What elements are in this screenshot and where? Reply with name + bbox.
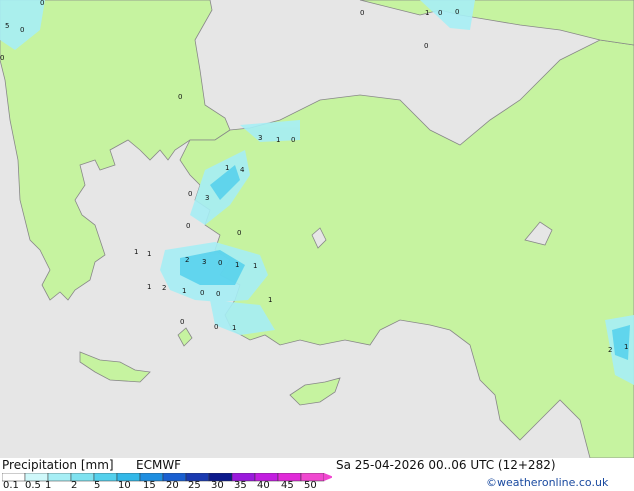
precip-label: 0 bbox=[455, 8, 459, 16]
precip-label: 1 bbox=[425, 9, 429, 17]
precip-label: 1 bbox=[268, 296, 272, 304]
color-scale-tick: 20 bbox=[166, 480, 179, 491]
precip-label: 0 bbox=[291, 136, 295, 144]
color-scale-tick: 30 bbox=[211, 480, 224, 491]
precip-label: 0 bbox=[218, 259, 222, 267]
valid-time: Sa 25-04-2026 00..06 UTC (12+282) bbox=[336, 458, 556, 472]
color-scale-tick: 1 bbox=[45, 480, 52, 491]
precip-label: 1 bbox=[225, 164, 229, 172]
precip-label: 1 bbox=[624, 343, 628, 351]
precip-label: 1 bbox=[134, 248, 138, 256]
precip-label: 0 bbox=[186, 222, 190, 230]
color-scale-tick: 5 bbox=[94, 480, 101, 491]
precip-label: 0 bbox=[424, 42, 428, 50]
precip-label: 3 bbox=[258, 134, 262, 142]
precip-label: 2 bbox=[162, 284, 166, 292]
credit: ©weatheronline.co.uk bbox=[486, 476, 609, 489]
precip-label: 0 bbox=[237, 229, 241, 237]
precip-label: 0 bbox=[180, 318, 184, 326]
precip-label: 2 bbox=[185, 256, 189, 264]
color-scale-tick: 10 bbox=[118, 480, 131, 491]
color-scale-tick: 2 bbox=[71, 480, 78, 491]
color-scale-tick: 0.1 bbox=[3, 480, 19, 491]
legend-title: Precipitation [mm] bbox=[2, 458, 114, 472]
precip-label: 0 bbox=[360, 9, 364, 17]
precip-label: 0 bbox=[188, 190, 192, 198]
precip-label: 1 bbox=[147, 250, 151, 258]
precip-label: 0 bbox=[216, 290, 220, 298]
precip-label: 1 bbox=[235, 261, 239, 269]
precip-label: 1 bbox=[147, 283, 151, 291]
precip-label: 0 bbox=[40, 0, 44, 7]
precip-label: 1 bbox=[276, 136, 280, 144]
color-scale-tick: 50 bbox=[304, 480, 317, 491]
precip-label: 2 bbox=[608, 346, 612, 354]
precip-label: 1 bbox=[182, 287, 186, 295]
precip-label: 0 bbox=[178, 93, 182, 101]
precip-label: 5 bbox=[5, 22, 9, 30]
color-scale-tick: 15 bbox=[143, 480, 156, 491]
color-scale-tick: 0.5 bbox=[25, 480, 41, 491]
precip-label: 3 bbox=[205, 194, 209, 202]
color-scale-tick: 35 bbox=[234, 480, 247, 491]
precip-label: 1 bbox=[253, 262, 257, 270]
precip-label: 0 bbox=[20, 26, 24, 34]
precip-label: 0 bbox=[0, 54, 4, 62]
legend-bar: Precipitation [mm] ECMWF Sa 25-04-2026 0… bbox=[0, 458, 634, 491]
precip-label: 1 bbox=[232, 324, 236, 332]
map-canvas: 0 5 0 0 1 0 0 0 0 0 3 1 0 1 4 3 0 0 0 1 … bbox=[0, 0, 634, 459]
precip-label: 0 bbox=[200, 289, 204, 297]
model-name: ECMWF bbox=[136, 458, 182, 472]
color-scale-tick: 25 bbox=[188, 480, 201, 491]
precip-label: 3 bbox=[202, 258, 206, 266]
precip-label: 4 bbox=[240, 166, 245, 174]
precip-label: 0 bbox=[438, 9, 442, 17]
color-scale-swatch bbox=[47, 473, 72, 482]
precipitation-map: 0 5 0 0 1 0 0 0 0 0 3 1 0 1 4 3 0 0 0 1 … bbox=[0, 0, 634, 459]
color-scale-tick: 40 bbox=[257, 480, 270, 491]
color-scale-tick: 45 bbox=[281, 480, 294, 491]
precip-label: 0 bbox=[214, 323, 218, 331]
color-scale-arrow bbox=[324, 473, 332, 481]
